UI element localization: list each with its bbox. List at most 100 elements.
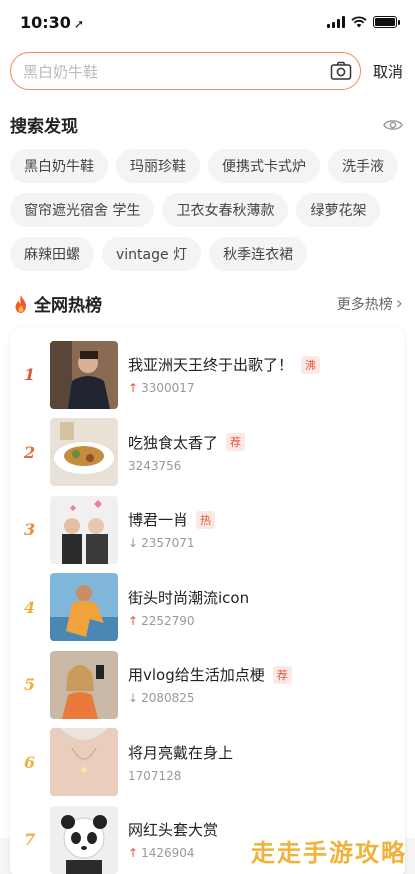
status-bar: 10:30 ➚ [0, 0, 415, 44]
camera-icon[interactable] [330, 60, 352, 82]
watermark: 走走手游攻略 [251, 839, 407, 867]
item-title-row: 街头时尚潮流icon [128, 587, 249, 608]
item-thumbnail[interactable] [50, 805, 118, 874]
item-stat: ↑ 2252790 [128, 614, 249, 628]
rank-number: 1 [24, 365, 36, 385]
discover-chips: 黑白奶牛鞋 玛丽珍鞋 便携式卡式炉 洗手液窗帘遮光宿舍 学生 卫衣女春秋薄款 绿萝花架麻辣… [10, 149, 403, 271]
item-thumbnail[interactable] [50, 650, 118, 719]
discover-title: 搜索发现 [10, 117, 78, 137]
item-title-row: 将月亮戴在身上 [128, 742, 233, 763]
trend-down-icon: ↓ [128, 536, 139, 551]
item-stat: ↑ 3300017 [128, 381, 320, 395]
discover-chip[interactable]: 绿萝花架 [296, 193, 381, 227]
cancel-button[interactable]: 取消 [371, 61, 405, 82]
rank-number: 3 [24, 520, 36, 540]
item-thumbnail[interactable] [50, 728, 118, 797]
hot-badge: 热 [196, 510, 216, 529]
clock-text: 10:30 [20, 12, 71, 32]
hot-list: 1 我亚洲天王终于出歌了！沸 ↑ 3300017 2 吃独食太香了荐 3243756 3 博君一… [10, 328, 405, 874]
item-stat: ↓ 2357071 [128, 536, 215, 550]
trend-up-icon: ↑ [128, 846, 139, 861]
discover-chip[interactable]: 窗帘遮光宿舍 学生 [10, 193, 155, 227]
status-icons [327, 16, 400, 28]
hot-count: 1426904 [141, 846, 195, 861]
item-stat: 3243756 [128, 459, 245, 473]
hot-count: 3243756 [128, 458, 182, 473]
hot-count: 2252790 [141, 613, 195, 628]
item-title: 吃独食太香了 [128, 433, 219, 452]
hot-list-item[interactable]: 5 用vlog给生活加点梗荐 ↓ 2080825 [10, 646, 405, 724]
item-title: 网红头套大赏 [128, 821, 219, 840]
item-body: 用vlog给生活加点梗荐 ↓ 2080825 [128, 664, 292, 705]
item-title: 街头时尚潮流icon [128, 588, 250, 607]
item-thumbnail[interactable] [50, 340, 118, 409]
hot-count: 2080825 [141, 691, 195, 706]
wifi-icon [351, 16, 367, 28]
item-thumbnail[interactable] [50, 573, 118, 642]
hot-badge: 荐 [272, 665, 292, 684]
eye-icon[interactable] [383, 118, 403, 132]
item-title-row: 博君一肖热 [128, 509, 216, 530]
item-stat: ↓ 2080825 [128, 691, 292, 705]
item-title: 我亚洲天王终于出歌了！ [128, 356, 294, 375]
discover-chip[interactable]: 洗手液 [328, 149, 398, 183]
discover-chip[interactable]: 便携式卡式炉 [208, 149, 320, 183]
battery-icon [373, 16, 400, 28]
item-title: 将月亮戴在身上 [128, 743, 234, 762]
fire-icon [15, 294, 26, 313]
item-body: 网红头套大赏 ↑ 1426904 [128, 819, 218, 860]
discover-chip[interactable]: 麻辣田螺 [10, 237, 94, 271]
hot-badge: 沸 [301, 355, 321, 374]
item-title-row: 网红头套大赏 [128, 819, 218, 840]
item-title-row: 吃独食太香了荐 [128, 432, 246, 453]
more-hot-link[interactable]: 更多热榜 › [337, 293, 403, 314]
hot-list-item[interactable]: 4 街头时尚潮流icon ↑ 2252790 [10, 569, 405, 647]
item-title-row: 我亚洲天王终于出歌了！ 沸 [128, 354, 321, 375]
item-stat: ↑ 1426904 [128, 846, 218, 860]
hot-list-item[interactable]: 1 我亚洲天王终于出歌了！ 沸 ↑ 3300017 [10, 336, 405, 414]
rank-number: 5 [24, 675, 36, 695]
status-time: 10:30 ➚ [20, 13, 84, 32]
search-placeholder: 黑白奶牛鞋 [23, 62, 99, 81]
hot-count: 3300017 [141, 381, 195, 396]
discover-chip[interactable]: 黑白奶牛鞋 [10, 149, 108, 183]
chevron-right-icon: › [395, 293, 403, 314]
hot-header: 全网热榜 更多热榜 › [0, 279, 415, 328]
search-input[interactable]: 黑白奶牛鞋 [10, 52, 361, 90]
search-row: 黑白奶牛鞋 取消 [0, 44, 415, 98]
item-title: 用vlog给生活加点梗 [128, 666, 265, 685]
location-arrow-icon: ➚ [73, 16, 84, 31]
hot-list-item[interactable]: 3 博君一肖热 ↓ 2357071 [10, 491, 405, 569]
discover-header: 搜索发现 [10, 112, 403, 137]
more-hot-label: 更多热榜 [336, 296, 393, 313]
trend-up-icon: ↑ [128, 613, 139, 628]
hot-list-item[interactable]: 6 将月亮戴在身上 1707128 [10, 724, 405, 802]
discover-chip[interactable]: 秋季连衣裙 [209, 237, 308, 271]
rank-number: 6 [24, 752, 36, 772]
item-body: 吃独食太香了荐 3243756 [128, 432, 246, 473]
hot-title-wrap: 全网热榜 [12, 291, 102, 316]
hot-count: 2357071 [141, 536, 195, 551]
item-title-row: 用vlog给生活加点梗荐 [128, 664, 292, 685]
hot-count: 1707128 [128, 768, 182, 783]
rank-number: 4 [24, 597, 36, 617]
item-stat: 1707128 [128, 769, 233, 783]
rank-number: 2 [24, 442, 36, 462]
search-discover-section: 搜索发现 黑白奶牛鞋 玛丽珍鞋 便携式卡式炉 洗手液窗帘遮光宿舍 学生 卫衣女春秋薄款绿… [0, 98, 415, 279]
hot-list-wrap: 1 我亚洲天王终于出歌了！沸 ↑ 3300017 2 吃独食太香了荐 3243756 3 博君一… [0, 328, 415, 874]
item-body: 博君一肖热 ↓ 2357071 [128, 509, 216, 550]
discover-chip[interactable]: 玛丽珍鞋 [116, 149, 200, 183]
hot-list-item[interactable]: 2 吃独食太香了荐 3243756 [10, 414, 405, 492]
discover-chip[interactable]: vintage 灯 [102, 237, 202, 271]
trend-up-icon: ↑ [128, 381, 139, 396]
hot-title: 全网热榜 [34, 296, 102, 316]
signal-icon [327, 16, 345, 28]
item-thumbnail[interactable] [50, 418, 118, 487]
item-thumbnail[interactable] [50, 495, 118, 564]
item-body: 街头时尚潮流icon ↑ 2252790 [128, 587, 249, 628]
item-title: 博君一肖 [128, 511, 189, 530]
rank-number: 7 [24, 830, 36, 850]
trend-down-icon: ↓ [128, 691, 139, 706]
hot-badge: 荐 [226, 433, 246, 452]
discover-chip[interactable]: 卫衣女春秋薄款 [162, 193, 289, 227]
